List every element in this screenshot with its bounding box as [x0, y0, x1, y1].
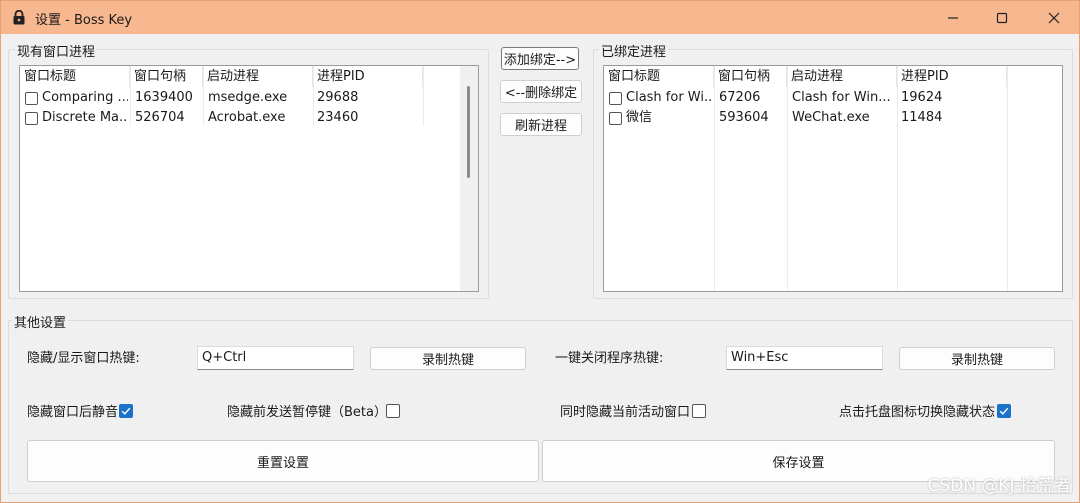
close-hotkey-label: 一键关闭程序热键: [555, 351, 664, 366]
cell-process: WeChat.exe [792, 110, 870, 125]
cell-handle: 526704 [135, 110, 185, 125]
window-title: 设置 - Boss Key [35, 13, 133, 28]
tray-toggle-checkbox[interactable] [997, 404, 1011, 418]
scrollbar-thumb[interactable] [467, 86, 470, 178]
tray-toggle-label: 点击托盘图标切换隐藏状态 [839, 405, 996, 420]
list-header: 窗口标题 窗口句柄 启动进程 进程PID [604, 66, 1062, 87]
column-header-handle[interactable]: 窗口句柄 [714, 66, 787, 87]
table-row[interactable]: Discrete Ma... 526704 Acrobat.exe 23460 [20, 108, 478, 129]
send-pause-label: 隐藏前发送暂停键（Beta） [227, 405, 387, 420]
checkmark-icon [999, 407, 1009, 415]
title-bar[interactable]: 设置 - Boss Key [1, 1, 1079, 34]
list-header: 窗口标题 窗口句柄 启动进程 进程PID [20, 66, 478, 87]
row-checkbox[interactable] [25, 92, 38, 105]
close-icon [1048, 12, 1060, 23]
cell-title: 微信 [626, 110, 653, 125]
checkmark-icon [121, 407, 131, 415]
add-binding-button[interactable]: 添加绑定--> [501, 47, 579, 70]
minimize-button[interactable] [930, 1, 976, 34]
column-header-pid[interactable]: 进程PID [313, 66, 423, 87]
column-header-title[interactable]: 窗口标题 [604, 66, 714, 87]
hide-active-window-checkbox[interactable] [692, 404, 706, 418]
cell-process: msedge.exe [208, 90, 288, 105]
minimize-icon [948, 16, 958, 19]
table-row[interactable]: Comparing ... 1639400 msedge.exe 29688 [20, 88, 478, 109]
vertical-scrollbar[interactable] [460, 66, 478, 291]
cell-handle: 1639400 [135, 90, 193, 105]
record-close-hotkey-button[interactable]: 录制热键 [899, 347, 1055, 370]
mute-after-hide-checkbox[interactable] [119, 404, 133, 418]
lock-icon [13, 10, 25, 25]
mute-after-hide-label: 隐藏窗口后静音 [27, 405, 119, 420]
row-checkbox[interactable] [609, 112, 622, 125]
cell-title: Discrete Ma... [42, 110, 128, 125]
cell-title: Clash for Wi... [626, 90, 712, 105]
record-hide-hotkey-button[interactable]: 录制热键 [370, 347, 526, 370]
close-button[interactable] [1031, 1, 1077, 34]
row-checkbox[interactable] [609, 92, 622, 105]
cell-pid: 19624 [901, 90, 943, 105]
column-header-handle[interactable]: 窗口句柄 [130, 66, 203, 87]
bound-processes-label: 已绑定进程 [599, 41, 669, 60]
remove-binding-button[interactable]: <--删除绑定 [500, 80, 582, 103]
refresh-processes-button[interactable]: 刷新进程 [500, 113, 582, 136]
table-row[interactable]: 微信 593604 WeChat.exe 11484 [604, 108, 1062, 129]
hide-hotkey-field[interactable]: Q+Ctrl [197, 346, 354, 370]
row-checkbox[interactable] [25, 112, 38, 125]
column-header-pid[interactable]: 进程PID [897, 66, 1007, 87]
existing-processes-label: 现有窗口进程 [15, 41, 98, 60]
cell-process: Clash for Win... [792, 90, 891, 105]
cell-pid: 23460 [317, 110, 359, 125]
existing-process-list[interactable]: 窗口标题 窗口句柄 启动进程 进程PID Comparing ... 16394… [19, 65, 479, 292]
cell-pid: 11484 [901, 110, 943, 125]
cell-handle: 67206 [719, 90, 761, 105]
cell-pid: 29688 [317, 90, 359, 105]
bound-process-list[interactable]: 窗口标题 窗口句柄 启动进程 进程PID Clash for Wi... 672… [603, 65, 1063, 292]
maximize-icon [996, 12, 1008, 23]
hide-active-window-label: 同时隐藏当前活动窗口 [560, 405, 691, 420]
column-header-process[interactable]: 启动进程 [787, 66, 897, 87]
cell-process: Acrobat.exe [208, 110, 286, 125]
cell-handle: 593604 [719, 110, 769, 125]
watermark-text: CSDN @KJ-拾荒者 [927, 476, 1071, 496]
close-hotkey-field[interactable]: Win+Esc [726, 346, 883, 370]
settings-window: 设置 - Boss Key 现有窗口进程 窗口标题 窗口句柄 启动进程 进程PI… [0, 0, 1080, 503]
send-pause-checkbox[interactable] [386, 404, 400, 418]
table-row[interactable]: Clash for Wi... 67206 Clash for Win... 1… [604, 88, 1062, 109]
hide-hotkey-label: 隐藏/显示窗口热键: [27, 351, 140, 366]
column-header-title[interactable]: 窗口标题 [20, 66, 130, 87]
reset-settings-button[interactable]: 重置设置 [27, 440, 539, 482]
other-settings-label: 其他设置 [12, 312, 69, 331]
maximize-button[interactable] [979, 1, 1025, 34]
column-header-process[interactable]: 启动进程 [203, 66, 313, 87]
cell-title: Comparing ... [42, 90, 128, 105]
